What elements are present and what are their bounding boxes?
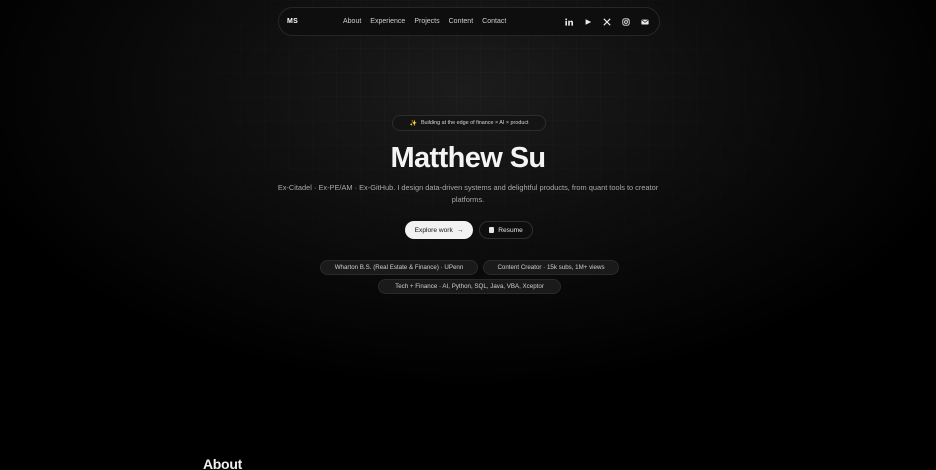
explore-work-button[interactable]: Explore work →: [405, 221, 473, 239]
youtube-icon[interactable]: [584, 18, 592, 26]
email-icon[interactable]: [641, 18, 649, 26]
linkedin-icon[interactable]: [565, 17, 573, 26]
nav-link-projects[interactable]: Projects: [414, 18, 439, 25]
chip-education: Wharton B.S. (Real Estate & Finance) · U…: [320, 260, 478, 275]
top-nav: MS About Experience Projects Content Con…: [278, 7, 660, 36]
chip-creator: Content Creator · 15k subs, 1M+ views: [483, 260, 619, 275]
social-icons: [565, 17, 649, 26]
x-icon[interactable]: [603, 17, 611, 26]
hero-name: Matthew Su: [390, 142, 546, 174]
resume-button[interactable]: Resume: [479, 221, 533, 239]
nav-link-experience[interactable]: Experience: [370, 18, 405, 25]
document-icon: [489, 227, 495, 233]
instagram-icon[interactable]: [622, 17, 630, 26]
page: MS About Experience Projects Content Con…: [0, 0, 936, 470]
chip-tech-finance: Tech + Finance · AI, Python, SQL, Java, …: [378, 279, 561, 294]
sparkles-icon: ✨: [409, 120, 417, 127]
headline-badge-text: Building at the edge of finance × AI × p…: [420, 120, 529, 126]
nav-link-about[interactable]: About: [343, 18, 361, 25]
hero-tagline: Ex-Citadel · Ex-PE/AM · Ex-GitHub. I des…: [277, 183, 659, 204]
brand-logo[interactable]: MS: [287, 18, 298, 25]
nav-link-contact[interactable]: Contact: [482, 18, 506, 25]
arrow-right-icon: →: [456, 226, 464, 234]
explore-work-label: Explore work: [414, 226, 453, 234]
nav-link-content[interactable]: Content: [449, 18, 474, 25]
nav-links: About Experience Projects Content Contac…: [343, 18, 506, 25]
headline-badge: ✨ Building at the edge of finance × AI ×…: [392, 115, 546, 131]
about-heading: About: [203, 456, 242, 470]
resume-label: Resume: [498, 226, 523, 234]
